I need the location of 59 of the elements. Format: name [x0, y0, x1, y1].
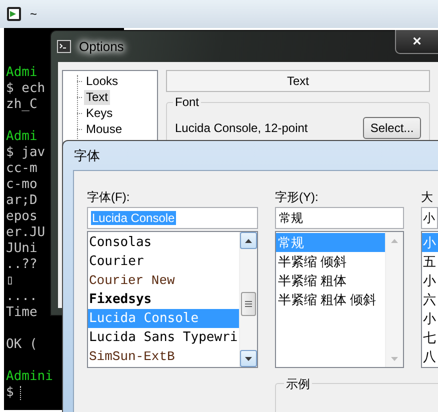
tree-item[interactable]: Looks — [84, 74, 120, 88]
window-title: Options — [79, 39, 124, 54]
scroll-thumb[interactable] — [241, 292, 256, 316]
terminal-line: $ ech — [6, 81, 46, 97]
scrollbar[interactable] — [239, 232, 257, 367]
select-button[interactable]: Select... — [363, 117, 421, 139]
group-label: Font — [173, 95, 202, 109]
field-label: 大 — [421, 189, 434, 205]
tree-item[interactable]: Text — [84, 90, 110, 104]
window-title: ~ — [30, 7, 38, 21]
close-button[interactable]: × — [395, 30, 438, 54]
terminal-line: Admi — [6, 65, 38, 81]
list-item[interactable]: Consolas — [88, 233, 239, 252]
list-item[interactable]: 小 — [422, 271, 438, 290]
terminal-line: $ jav — [6, 145, 46, 161]
terminal-line: $ — [6, 385, 14, 401]
tree-item[interactable]: Keys — [84, 106, 115, 120]
text-cursor — [20, 386, 22, 400]
list-item[interactable]: 半紧缩 粗体 — [276, 271, 385, 290]
list-item[interactable]: 半紧缩 倾斜 — [276, 252, 385, 271]
terminal-line: Admini — [6, 369, 53, 385]
list-item[interactable]: SimSun-ExtB — [88, 347, 239, 366]
list-item[interactable]: Courier New — [88, 271, 239, 290]
terminal-line: OK ( — [6, 337, 38, 353]
list-item[interactable]: Fixedsys — [88, 290, 239, 309]
terminal-line: .... — [6, 289, 38, 305]
terminal-line: Time — [6, 305, 38, 321]
group-label: 示例 — [284, 376, 312, 393]
list-item[interactable]: 小 — [422, 309, 438, 328]
list-item[interactable]: 五 — [422, 252, 438, 271]
terminal-line: epos — [6, 209, 38, 225]
terminal-icon — [57, 40, 71, 53]
field-label: 字形(Y): — [275, 189, 320, 205]
terminal-line: ..?? — [6, 257, 38, 273]
list-item[interactable]: 半紧缩 粗体 倾斜 — [276, 290, 385, 309]
font-value: Lucida Console, 12-point — [175, 121, 308, 135]
tree-item[interactable]: Mouse — [84, 122, 124, 136]
up-arrow-icon[interactable] — [245, 238, 252, 242]
input-field[interactable]: 常规 — [275, 207, 404, 229]
terminal-line: c-mo — [6, 177, 38, 193]
list-item[interactable]: 八 — [422, 347, 438, 366]
terminal-line: cc-m — [6, 161, 38, 177]
grip-icon — [245, 301, 252, 307]
window-title: 字体 — [74, 146, 100, 164]
terminal-line: ar;D — [6, 193, 38, 209]
input-field[interactable]: 小 — [421, 207, 438, 229]
terminal-icon — [6, 6, 22, 22]
list-item[interactable]: 七 — [422, 328, 438, 347]
list-item[interactable]: Lucida Sans Typewri — [88, 328, 239, 347]
terminal-line: ▯ — [6, 273, 14, 289]
terminal-line: Admi — [6, 129, 38, 145]
list-item[interactable]: Courier — [88, 252, 239, 271]
field-label: 字体(F): — [87, 189, 131, 205]
terminal-line: JUni — [6, 241, 38, 257]
terminal-line: er.JU — [6, 225, 46, 241]
list-item[interactable]: 六 — [422, 290, 438, 309]
section-header: Text — [166, 70, 430, 92]
down-arrow-icon[interactable] — [245, 356, 252, 360]
terminal-line: zh_C — [6, 97, 38, 113]
